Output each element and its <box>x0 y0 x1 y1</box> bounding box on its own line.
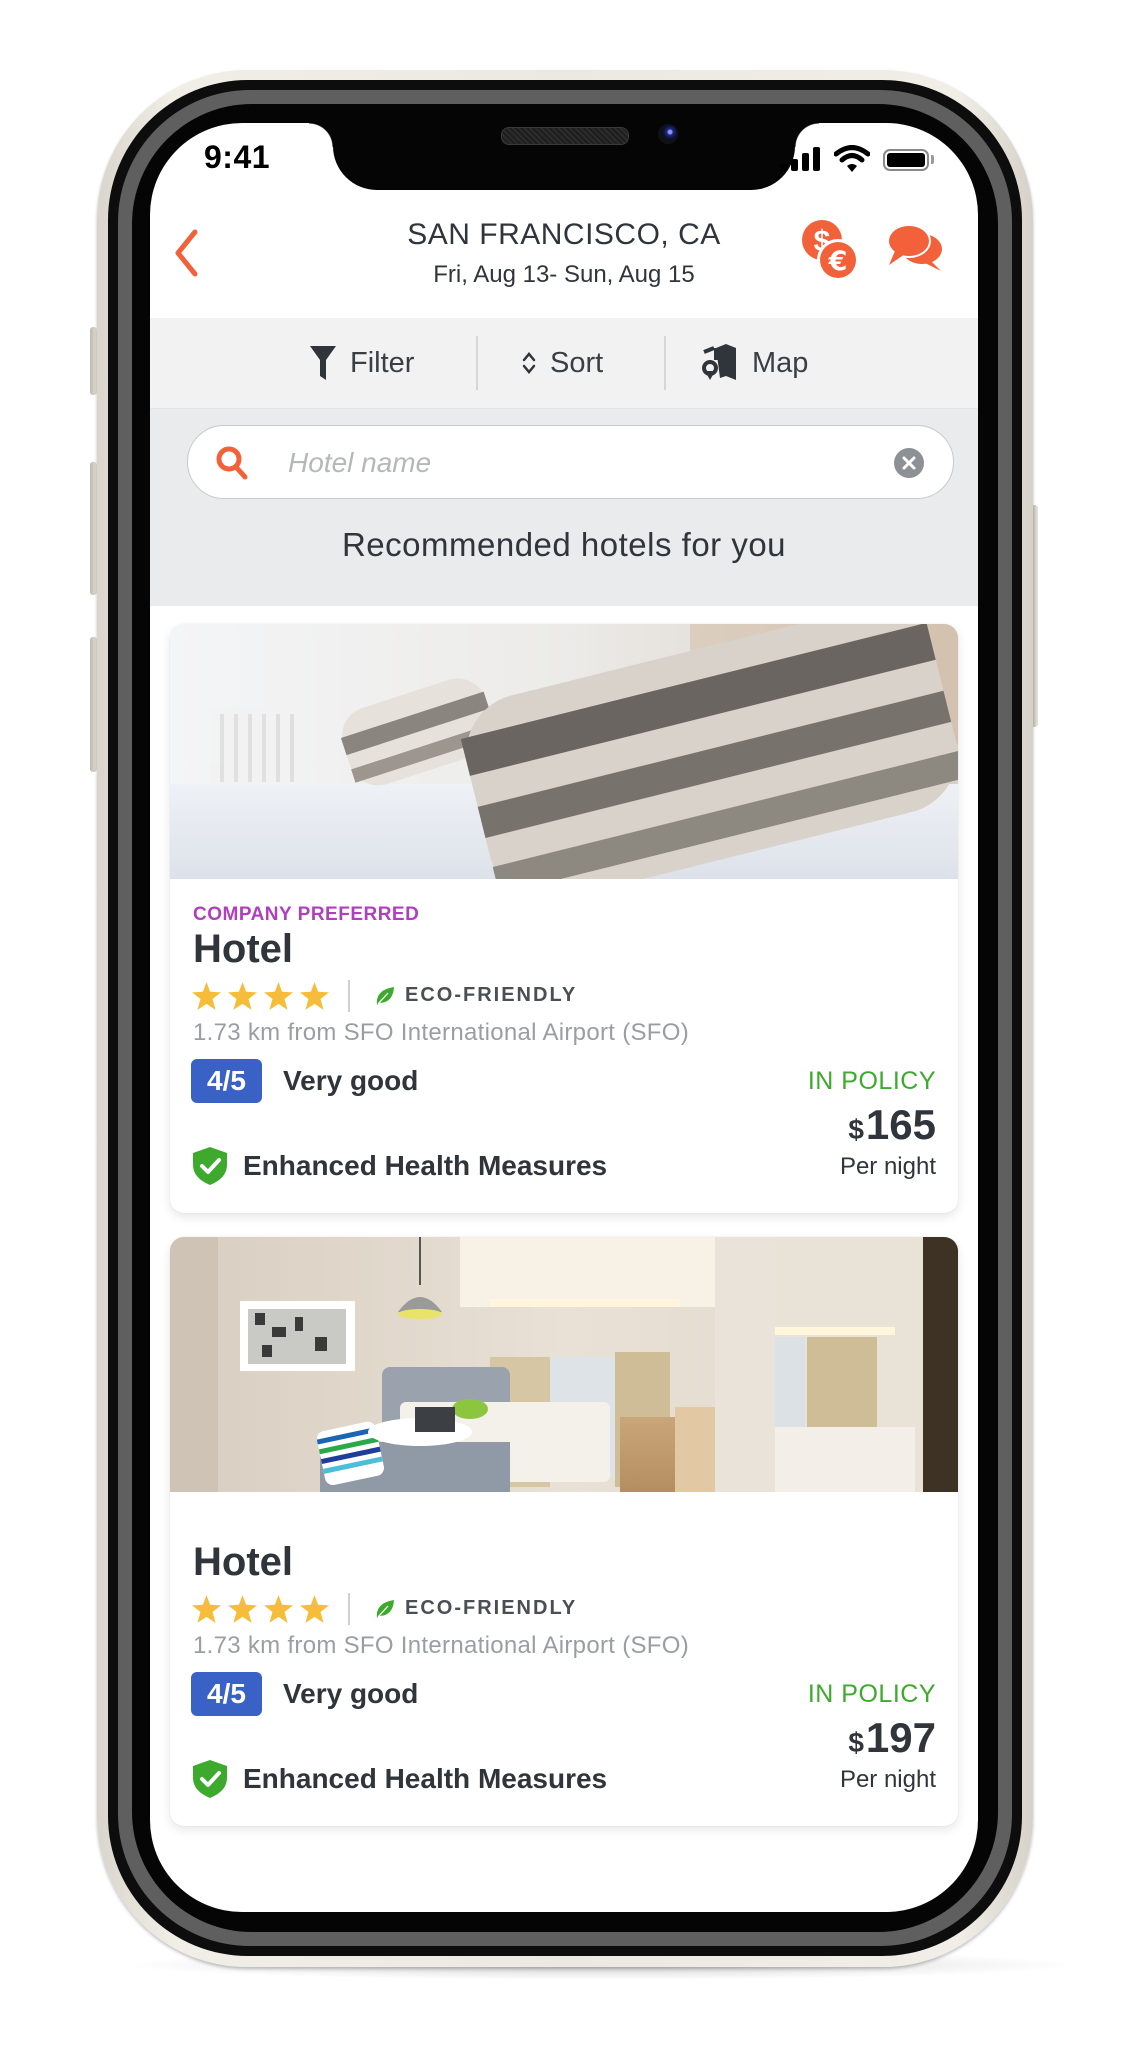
star-icon <box>300 982 329 1010</box>
policy-status: IN POLICY <box>807 1680 936 1708</box>
health-measures-label: Enhanced Health Measures <box>243 1150 608 1181</box>
leaf-icon <box>376 986 394 1005</box>
sort-label: Sort <box>550 346 604 379</box>
sort-icon <box>522 352 536 374</box>
svg-text:€: € <box>828 246 848 277</box>
health-measures-label: Enhanced Health Measures <box>243 1763 608 1794</box>
phone-volume-down-button <box>90 637 97 772</box>
star-icon <box>264 1595 293 1623</box>
rating-badge: 4/5 <box>191 1672 262 1716</box>
policy-status: IN POLICY <box>807 1067 936 1095</box>
toolbar-divider <box>476 336 478 390</box>
star-icon <box>192 982 221 1010</box>
per-night-label: Per night <box>839 1766 936 1793</box>
filter-icon <box>310 346 336 380</box>
eco-friendly-label: ECO-FRIENDLY <box>405 984 578 1006</box>
currency-exchange-icon: $ € <box>802 220 859 281</box>
eco-friendly-badge: ECO-FRIENDLY <box>375 984 577 1007</box>
rating-text: Very good <box>283 1065 419 1096</box>
chat-button[interactable] <box>885 221 945 281</box>
phone-screen: 9:41 SAN FRANCISCO, CA Fri, Aug 13- Sun,… <box>150 123 978 1912</box>
hotel-name: Hotel <box>193 927 293 971</box>
star-rating <box>192 982 329 1010</box>
hotel-name: Hotel <box>193 1540 293 1584</box>
leaf-icon <box>376 1599 394 1618</box>
price: $ 165 <box>848 1101 936 1149</box>
battery-icon <box>883 149 929 171</box>
eco-friendly-badge: ECO-FRIENDLY <box>375 1597 577 1620</box>
cellular-signal-icon <box>780 147 820 171</box>
search-section: Recommended hotels for you <box>150 409 978 606</box>
price: $ 197 <box>848 1714 936 1762</box>
health-measures: Enhanced Health Measures <box>193 1147 607 1185</box>
divider <box>348 980 350 1012</box>
map-button[interactable]: Map <box>702 318 808 408</box>
rating-badge: 4/5 <box>191 1059 262 1103</box>
shield-check-icon <box>193 1760 227 1798</box>
distance-text: 1.73 km from SFO International Airport (… <box>193 1019 690 1046</box>
speaker-grille <box>501 127 629 145</box>
price-amount: 197 <box>865 1714 936 1761</box>
hotel-photo <box>170 1237 958 1492</box>
phone-notch <box>309 123 819 190</box>
divider <box>348 1593 350 1625</box>
currency-button[interactable]: $ € <box>800 218 860 282</box>
hotel-photo <box>170 624 958 879</box>
hotel-card[interactable]: Hotel ECO-FRIENDLY 1.73 km from SFO Inte… <box>170 1237 958 1826</box>
status-time: 9:41 <box>204 139 271 175</box>
close-icon <box>902 456 916 470</box>
filter-label: Filter <box>350 346 415 379</box>
distance-text: 1.73 km from SFO International Airport (… <box>193 1632 690 1659</box>
clear-search-button[interactable] <box>894 448 924 478</box>
eco-friendly-label: ECO-FRIENDLY <box>405 1597 578 1619</box>
sort-button[interactable]: Sort <box>522 318 603 408</box>
section-title: Recommended hotels for you <box>341 526 787 563</box>
price-currency: $ <box>848 1114 864 1145</box>
front-camera <box>658 124 678 144</box>
health-measures: Enhanced Health Measures <box>193 1760 607 1798</box>
company-preferred-tag: COMPANY PREFERRED <box>193 904 420 925</box>
search-icon <box>216 446 248 480</box>
map-icon <box>702 344 736 380</box>
hotel-search-input[interactable] <box>286 438 870 488</box>
wifi-icon <box>834 145 870 172</box>
price-amount: 165 <box>865 1101 936 1148</box>
battery-tip <box>931 155 934 164</box>
star-icon <box>300 1595 329 1623</box>
map-label: Map <box>752 346 809 379</box>
results-toolbar: Filter Sort Map <box>150 318 978 409</box>
hotel-card[interactable]: COMPANY PREFERRED Hotel ECO-FRIENDLY 1.7… <box>170 624 958 1213</box>
bedroom-pillows-photo <box>170 624 958 879</box>
hotel-room-interior-photo <box>170 1237 958 1492</box>
phone-volume-up-button <box>90 462 97 595</box>
star-icon <box>192 1595 221 1623</box>
per-night-label: Per night <box>839 1153 936 1180</box>
star-icon <box>228 982 257 1010</box>
price-currency: $ <box>848 1727 864 1758</box>
toolbar-divider <box>664 336 666 390</box>
hotel-search-box[interactable] <box>187 425 954 499</box>
star-icon <box>264 982 293 1010</box>
chat-bubbles-icon <box>887 224 942 271</box>
star-rating <box>192 1595 329 1623</box>
star-icon <box>228 1595 257 1623</box>
phone-mute-switch <box>90 327 97 395</box>
filter-button[interactable]: Filter <box>310 318 414 408</box>
rating-text: Very good <box>283 1678 419 1709</box>
shield-check-icon <box>193 1147 227 1185</box>
